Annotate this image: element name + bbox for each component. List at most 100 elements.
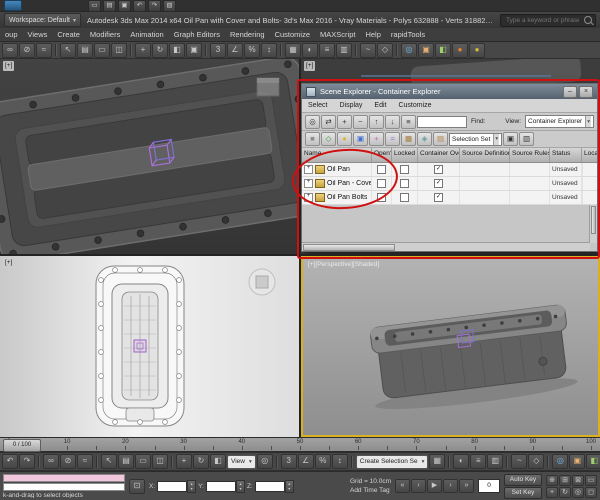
select-and-move-icon[interactable]: + xyxy=(176,454,192,469)
column-header-local-defi[interactable]: Local Defi xyxy=(582,148,597,162)
undo-icon[interactable]: ↶ xyxy=(2,454,18,469)
bind-to-space-warp-icon[interactable]: ≈ xyxy=(77,454,93,469)
close-button[interactable]: × xyxy=(579,85,593,98)
percent-snap-icon[interactable]: % xyxy=(244,42,260,58)
help-search[interactable] xyxy=(500,13,596,27)
select-and-rotate-icon[interactable]: ↻ xyxy=(152,42,168,58)
zoom-region-icon[interactable]: ▭ xyxy=(585,474,597,486)
pick-children-icon[interactable]: ↓ xyxy=(385,114,400,129)
select-and-link-icon[interactable]: ∞ xyxy=(43,454,59,469)
listener-field[interactable] xyxy=(3,483,125,491)
column-header-source-rules[interactable]: Source Rules xyxy=(510,148,550,162)
mirror-icon[interactable]: ◐ xyxy=(453,454,470,469)
explorer-view-dropdown[interactable]: Container Explorer ▾ xyxy=(525,115,594,128)
select-and-link-icon[interactable]: ∞ xyxy=(2,42,18,58)
align-icon[interactable]: ≡ xyxy=(470,454,487,469)
spinner-snap-icon[interactable]: ↕ xyxy=(261,42,277,58)
expand-icon[interactable]: + xyxy=(304,179,313,188)
application-menu-button[interactable] xyxy=(4,0,22,11)
locked-checkbox[interactable] xyxy=(400,179,409,188)
edit-named-selection-sets-icon[interactable]: ▦ xyxy=(429,454,446,469)
menu-item-maxscript[interactable]: MAXScript xyxy=(315,29,360,40)
menu-item-create[interactable]: Create xyxy=(52,29,85,40)
edit-named-selection-sets-icon[interactable]: ▦ xyxy=(285,42,301,58)
column-header-status[interactable]: Status xyxy=(550,148,582,162)
menu-item-oup[interactable]: oup xyxy=(0,29,23,40)
viewport-bottom-left[interactable]: [+] xyxy=(0,256,299,437)
open-checkbox[interactable] xyxy=(377,179,386,188)
scene-explorer-window[interactable]: Scene Explorer - Container Explorer – × S… xyxy=(301,83,598,252)
rectangular-selection-icon[interactable]: ▭ xyxy=(94,42,110,58)
go-to-start-icon[interactable]: « xyxy=(395,479,410,493)
display-cameras-icon[interactable]: ▣ xyxy=(353,132,368,146)
project-folder-icon[interactable]: ▧ xyxy=(163,0,176,12)
play-animation-icon[interactable]: ▶ xyxy=(427,479,442,493)
display-containers-icon[interactable]: ▤ xyxy=(433,132,448,146)
display-xrefs-icon[interactable]: ◈ xyxy=(417,132,432,146)
save-file-icon[interactable]: ▣ xyxy=(118,0,131,12)
column-header-container-ove[interactable]: Container Ove... xyxy=(418,148,460,162)
collapse-all-icon[interactable]: − xyxy=(353,114,368,129)
angle-snap-icon[interactable]: ∠ xyxy=(227,42,243,58)
go-to-end-icon[interactable]: » xyxy=(459,479,474,493)
render-setup-icon[interactable]: ▣ xyxy=(569,454,586,469)
maximize-viewport-icon[interactable]: ◻ xyxy=(585,486,597,498)
scrollbar-thumb[interactable] xyxy=(303,244,395,251)
vertical-scrollbar[interactable] xyxy=(589,205,597,243)
selection-lock-icon[interactable]: ⊡ xyxy=(129,478,145,494)
select-object-icon[interactable]: ↖ xyxy=(60,42,76,58)
unlink-selection-icon[interactable]: ⊘ xyxy=(60,454,76,469)
render-production-icon[interactable]: ● xyxy=(452,42,468,58)
explorer-menu-customize[interactable]: Customize xyxy=(392,102,437,109)
time-slider-handle[interactable]: 0 / 100 xyxy=(3,439,41,452)
redo-icon[interactable]: ↷ xyxy=(19,454,35,469)
selection-set-dropdown[interactable]: Selection Set ▾ xyxy=(449,132,503,146)
material-editor-icon[interactable]: ◎ xyxy=(552,454,569,469)
explorer-menu-edit[interactable]: Edit xyxy=(368,102,392,109)
column-chooser-icon[interactable]: ▥ xyxy=(519,132,535,146)
display-geometry-icon[interactable]: ■ xyxy=(305,132,320,146)
locked-checkbox[interactable] xyxy=(400,193,409,202)
layer-manager-icon[interactable]: ▥ xyxy=(336,42,352,58)
field-of-view-icon[interactable]: ◎ xyxy=(572,486,584,498)
curve-editor-icon[interactable]: ~ xyxy=(360,42,376,58)
viewport-top-left[interactable]: [+] xyxy=(0,59,299,254)
pan-view-icon[interactable]: + xyxy=(546,486,558,498)
column-header-open[interactable]: Open? xyxy=(372,148,392,162)
angle-snap-icon[interactable]: ∠ xyxy=(297,454,314,469)
column-header-name[interactable]: Name xyxy=(302,148,372,162)
schematic-view-icon[interactable]: ◇ xyxy=(528,454,545,469)
snaps-toggle-icon[interactable]: 3 xyxy=(280,454,297,469)
auto-key-button[interactable]: Auto Key xyxy=(504,473,542,486)
scene-explorer-titlebar[interactable]: Scene Explorer - Container Explorer – × xyxy=(302,84,597,99)
y-spinner[interactable]: ▴ ▾ xyxy=(235,479,245,493)
select-and-scale-icon[interactable]: ◧ xyxy=(169,42,185,58)
find-select-icon[interactable]: ◎ xyxy=(305,114,320,129)
explorer-row[interactable]: + Oil Pan Bolts ✓ Unsaved xyxy=(302,191,597,205)
viewport-label[interactable]: [+] xyxy=(304,61,316,71)
orbit-icon[interactable]: ↻ xyxy=(559,486,571,498)
window-crossing-icon[interactable]: ◫ xyxy=(111,42,127,58)
window-crossing-icon[interactable]: ◫ xyxy=(152,454,168,469)
display-groups-icon[interactable]: ▦ xyxy=(401,132,416,146)
x-spinner[interactable]: ▴ ▾ xyxy=(187,479,197,493)
previous-frame-icon[interactable]: ‹ xyxy=(411,479,426,493)
viewport-label[interactable]: [+] xyxy=(3,61,15,71)
x-coordinate-field[interactable] xyxy=(157,480,188,492)
display-lights-icon[interactable]: ● xyxy=(337,132,352,146)
select-and-rotate-icon[interactable]: ↻ xyxy=(193,454,209,469)
select-by-name-icon[interactable]: ▤ xyxy=(118,454,134,469)
macro-recorder-field[interactable] xyxy=(3,474,125,482)
material-editor-icon[interactable]: ◎ xyxy=(401,42,417,58)
menu-item-modifiers[interactable]: Modifiers xyxy=(85,29,125,40)
z-coordinate-field[interactable] xyxy=(254,480,285,492)
menu-item-views[interactable]: Views xyxy=(23,29,53,40)
container-override-checkbox[interactable]: ✓ xyxy=(434,193,443,202)
sync-selection-icon[interactable]: ⇄ xyxy=(321,114,336,129)
align-icon[interactable]: ≡ xyxy=(319,42,335,58)
lock-cell-editing-icon[interactable]: ▣ xyxy=(503,132,519,146)
next-frame-icon[interactable]: › xyxy=(443,479,458,493)
spinner-snap-icon[interactable]: ↕ xyxy=(331,454,348,469)
open-checkbox[interactable] xyxy=(377,193,386,202)
current-frame-field[interactable]: 0 xyxy=(478,479,500,493)
